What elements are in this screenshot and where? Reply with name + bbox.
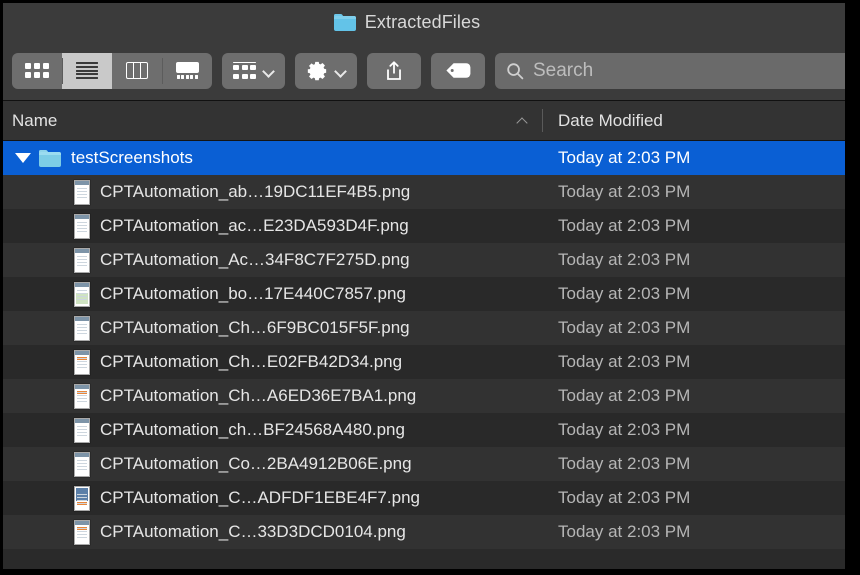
- cell-date-modified: Today at 2:03 PM: [558, 284, 691, 303]
- cell-name: CPTAutomation_Ch…E02FB42D34.png: [3, 349, 543, 375]
- table-row-folder[interactable]: testScreenshots Today at 2:03 PM: [3, 141, 845, 175]
- folder-icon: [333, 13, 356, 31]
- gallery-icon: [175, 62, 199, 79]
- grid-icon: [25, 63, 49, 78]
- cell-name: CPTAutomation_C…33D3DCD0104.png: [3, 519, 543, 545]
- file-name-label: CPTAutomation_ab…19DC11EF4B5.png: [100, 182, 411, 201]
- window-title: ExtractedFiles: [364, 11, 481, 32]
- cell-date-modified: Today at 2:03 PM: [558, 454, 691, 473]
- search-field[interactable]: Search: [495, 52, 845, 89]
- title-bar: ExtractedFiles: [3, 3, 845, 41]
- view-mode-segmented-control: [12, 52, 212, 89]
- table-row[interactable]: CPTAutomation_Ch…E02FB42D34.png Today at …: [3, 345, 845, 379]
- tags-button[interactable]: [431, 52, 485, 89]
- file-list: testScreenshots Today at 2:03 PM CPTAutoma…: [3, 141, 845, 549]
- chevron-down-icon: [335, 67, 346, 74]
- list-icon: [76, 62, 98, 79]
- gear-icon: [307, 61, 327, 80]
- share-icon: [387, 60, 401, 80]
- table-row[interactable]: CPTAutomation_ac…E23DA593D4F.png Today at…: [3, 209, 845, 243]
- file-name-label: CPTAutomation_Ac…34F8C7F275D.png: [100, 250, 410, 269]
- png-thumbnail-icon: [74, 485, 90, 511]
- cell-date-modified: Today at 2:03 PM: [558, 420, 691, 439]
- file-name-label: CPTAutomation_bo…17E440C7857.png: [100, 284, 406, 303]
- search-placeholder: Search: [533, 59, 594, 81]
- icon-view-button[interactable]: [12, 53, 62, 89]
- table-row[interactable]: CPTAutomation_Ch…6F9BC015F5F.png Today at…: [3, 311, 845, 345]
- table-row[interactable]: CPTAutomation_Ac…34F8C7F275D.png Today at…: [3, 243, 845, 277]
- table-row[interactable]: CPTAutomation_C…ADFDF1EBE4F7.png Today at…: [3, 481, 845, 515]
- cell-name: CPTAutomation_ac…E23DA593D4F.png: [3, 213, 543, 239]
- cell-date-modified: Today at 2:03 PM: [558, 386, 691, 405]
- cell-name: testScreenshots: [3, 148, 543, 168]
- cell-name: CPTAutomation_Ch…6F9BC015F5F.png: [3, 315, 543, 341]
- column-header-date-label: Date Modified: [558, 110, 663, 130]
- png-thumbnail-icon: [74, 451, 90, 477]
- file-name-label: CPTAutomation_Ch…A6ED36E7BA1.png: [100, 386, 417, 405]
- png-thumbnail-icon: [74, 247, 90, 273]
- png-thumbnail-icon: [74, 315, 90, 341]
- finder-window: ExtractedFiles Search Name Date Modified…: [3, 3, 845, 569]
- column-header-name[interactable]: Name: [3, 101, 543, 140]
- table-row[interactable]: CPTAutomation_C…33D3DCD0104.png Today at …: [3, 515, 845, 549]
- column-header-row: Name Date Modified: [3, 101, 845, 141]
- search-icon: [507, 62, 524, 79]
- table-row[interactable]: CPTAutomation_Ch…A6ED36E7BA1.png Today at…: [3, 379, 845, 413]
- chevron-up-icon: [516, 117, 529, 125]
- cell-name: CPTAutomation_bo…17E440C7857.png: [3, 281, 543, 307]
- gallery-view-button[interactable]: [162, 53, 212, 89]
- cell-name: CPTAutomation_ab…19DC11EF4B5.png: [3, 179, 543, 205]
- cell-date-modified: Today at 2:03 PM: [558, 216, 691, 235]
- cell-name: CPTAutomation_Co…2BA4912B06E.png: [3, 451, 543, 477]
- column-header-date-modified[interactable]: Date Modified: [543, 111, 663, 131]
- cell-date-modified: Today at 2:03 PM: [558, 352, 691, 371]
- column-header-name-label: Name: [12, 110, 58, 130]
- table-row[interactable]: CPTAutomation_bo…17E440C7857.png Today at…: [3, 277, 845, 311]
- disclosure-triangle-icon[interactable]: [12, 153, 34, 163]
- action-button[interactable]: [295, 52, 357, 89]
- cell-name: CPTAutomation_Ch…A6ED36E7BA1.png: [3, 383, 543, 409]
- list-view-button[interactable]: [62, 52, 112, 89]
- file-name-label: CPTAutomation_Ch…E02FB42D34.png: [100, 352, 403, 371]
- png-thumbnail-icon: [74, 383, 90, 409]
- group-icon: [233, 61, 256, 80]
- cell-date-modified: Today at 2:03 PM: [558, 522, 691, 541]
- column-view-button[interactable]: [112, 53, 162, 89]
- file-name-label: CPTAutomation_C…ADFDF1EBE4F7.png: [100, 488, 420, 507]
- file-name-label: CPTAutomation_ac…E23DA593D4F.png: [100, 216, 409, 235]
- group-by-button[interactable]: [222, 52, 285, 89]
- cell-date-modified: Today at 2:03 PM: [558, 148, 691, 167]
- table-row[interactable]: CPTAutomation_Co…2BA4912B06E.png Today at…: [3, 447, 845, 481]
- png-thumbnail-icon: [74, 281, 90, 307]
- share-button[interactable]: [367, 52, 421, 89]
- png-thumbnail-icon: [74, 213, 90, 239]
- file-name-label: CPTAutomation_Co…2BA4912B06E.png: [100, 454, 412, 473]
- png-thumbnail-icon: [74, 349, 90, 375]
- file-name-label: CPTAutomation_C…33D3DCD0104.png: [100, 522, 406, 541]
- toolbar: Search: [3, 41, 845, 101]
- tag-icon: [446, 63, 471, 78]
- cell-date-modified: Today at 2:03 PM: [558, 250, 691, 269]
- file-name-label: CPTAutomation_Ch…6F9BC015F5F.png: [100, 318, 410, 337]
- cell-date-modified: Today at 2:03 PM: [558, 182, 691, 201]
- columns-icon: [126, 62, 148, 79]
- cell-date-modified: Today at 2:03 PM: [558, 318, 691, 337]
- file-name-label: CPTAutomation_ch…BF24568A480.png: [100, 420, 405, 439]
- cell-name: CPTAutomation_C…ADFDF1EBE4F7.png: [3, 485, 543, 511]
- folder-icon: [39, 149, 61, 167]
- chevron-down-icon: [263, 67, 274, 74]
- table-row[interactable]: CPTAutomation_ab…19DC11EF4B5.png Today at…: [3, 175, 845, 209]
- png-thumbnail-icon: [74, 179, 90, 205]
- cell-name: CPTAutomation_Ac…34F8C7F275D.png: [3, 247, 543, 273]
- table-row[interactable]: CPTAutomation_ch…BF24568A480.png Today at…: [3, 413, 845, 447]
- cell-date-modified: Today at 2:03 PM: [558, 488, 691, 507]
- png-thumbnail-icon: [74, 519, 90, 545]
- cell-name: CPTAutomation_ch…BF24568A480.png: [3, 417, 543, 443]
- png-thumbnail-icon: [74, 417, 90, 443]
- file-name-label: testScreenshots: [71, 148, 193, 167]
